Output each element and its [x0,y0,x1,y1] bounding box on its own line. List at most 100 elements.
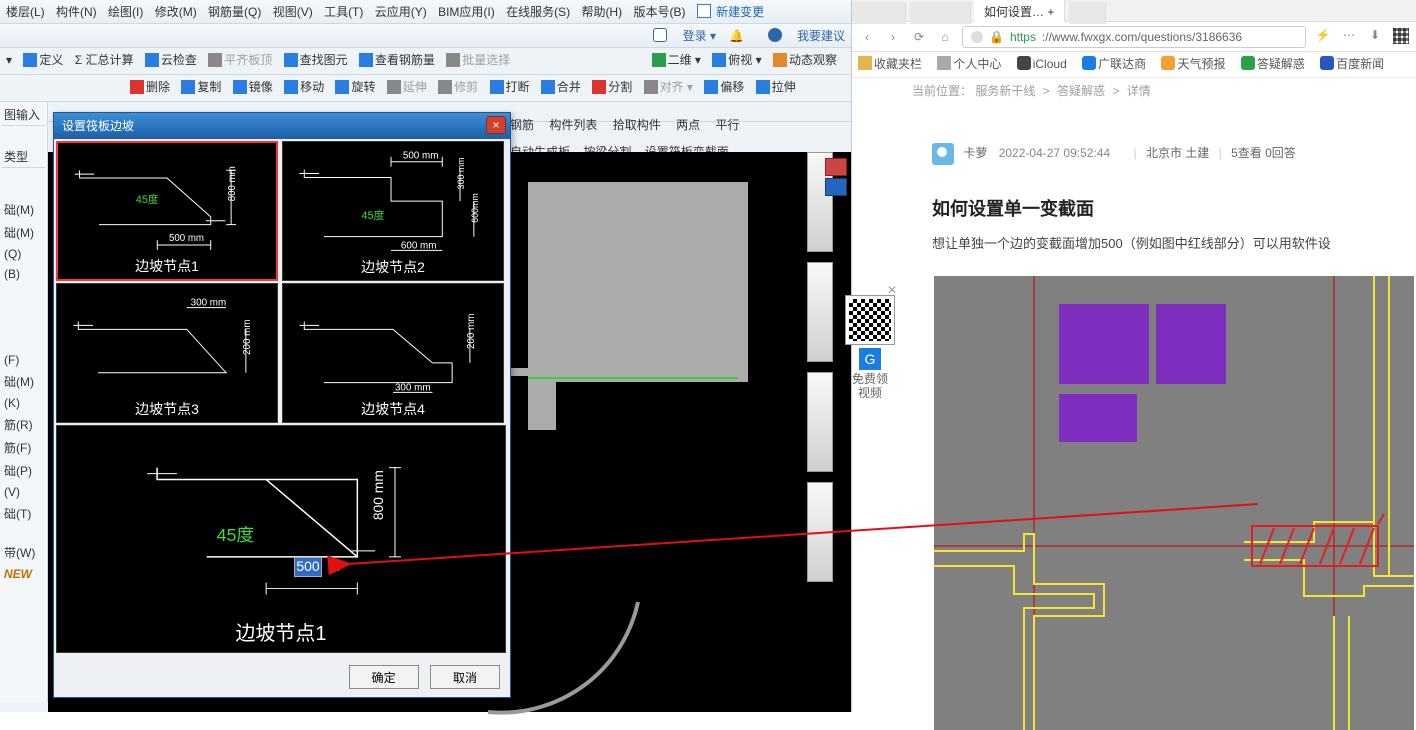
menu-bim[interactable]: BIM应用(I) [438,5,495,19]
post-header: 卡萝 2022-04-27 09:52:44 | 北京市 土建 | 5查看 0回… [852,99,1416,175]
menu-view[interactable]: 视图(V) [273,5,313,19]
comp-list-button[interactable]: 构件列表 [549,118,597,132]
left-item[interactable]: 带(W) [2,541,45,564]
flash-icon[interactable]: ⚡ [1314,28,1332,46]
browser-tab[interactable] [910,2,971,24]
delete-button[interactable]: 删除 [130,78,170,95]
slope-node-4[interactable]: 300 mm 200 mm 边坡节点4 [282,283,504,423]
notification-bell-icon[interactable]: 🔔 [729,29,744,43]
slope-node-3[interactable]: 300 mm 200 mm 边坡节点3 [56,283,278,423]
menu-rebar[interactable]: 钢筋量(Q) [208,5,261,19]
new-change-button[interactable]: 新建变更 [697,5,764,19]
dialog-close-button[interactable]: × [486,116,506,134]
orbit-button[interactable]: 动态观察 [773,51,837,68]
ok-button[interactable]: 确定 [349,665,419,689]
merge-button[interactable]: 合并 [541,78,581,95]
reload-button[interactable]: ⟳ [910,28,928,46]
pick-comp-button[interactable]: 拾取构件 [613,118,661,132]
left-item[interactable]: (K) [2,393,45,413]
menu-modify[interactable]: 修改(M) [155,5,197,19]
apps-grid-icon[interactable] [1392,28,1410,46]
slope-node-1[interactable]: 45度 500 mm 800 mm 边坡节点1 [56,141,278,281]
left-item[interactable]: 础(P) [2,459,45,482]
menu-component[interactable]: 构件(N) [56,5,97,19]
rebar-tab-button[interactable]: 钢筋 [510,118,534,132]
more-icon[interactable]: ⋯ [1340,28,1358,46]
dialog-title-bar[interactable]: 设置筏板边坡 × [54,113,510,139]
menu-cloud[interactable]: 云应用(Y) [375,5,427,19]
suggestion-button[interactable]: 我要建议 [758,29,845,43]
menu-help[interactable]: 帮助(H) [581,5,622,19]
view2d-button[interactable]: 二维 ▾ [652,51,701,68]
menu-draw[interactable]: 绘图(I) [108,5,143,19]
menu-version[interactable]: 版本号(B) [633,5,685,19]
cloud-icon [145,53,159,67]
browser-tab-active[interactable]: 如何设置… + [974,0,1065,22]
offset-icon [704,80,718,94]
dropdown-small[interactable]: ▾ [6,53,12,67]
login-button[interactable]: 登录 ▾ [643,29,719,43]
level-top-button[interactable]: 平齐板顶 [208,51,272,68]
crumb-item[interactable]: 详情 [1127,84,1151,98]
rebar-icon [359,53,373,67]
slope-node-2[interactable]: 45度 500 mm 600 mm 300 mm 600mm 边坡节点2 [282,141,504,281]
find-button[interactable]: 查找图元 [284,51,348,68]
browser-tab[interactable] [1069,2,1107,24]
topview-button[interactable]: 俯视 ▾ [712,51,761,68]
left-item[interactable]: 筋(R) [2,413,45,436]
menu-online[interactable]: 在线服务(S) [506,5,570,19]
rebar-qty-button[interactable]: 查看钢筋量 [359,51,435,68]
left-item[interactable]: (F) [2,350,45,370]
align-button[interactable]: 对齐 ▾ [644,78,693,95]
two-point-button[interactable]: 两点 [676,118,700,132]
bookmark-folder[interactable]: 收藏夹栏 [858,57,922,71]
bookmark-icloud[interactable]: iCloud [1017,57,1067,71]
bookmark-personal[interactable]: 个人中心 [937,57,1001,71]
stretch-button[interactable]: 拉伸 [756,78,796,95]
forward-button[interactable]: › [884,28,902,46]
dim-input-500[interactable]: 500 [294,557,322,577]
bookmark-weather[interactable]: 天气预报 [1161,57,1225,71]
cloud-check-button[interactable]: 云检查 [145,51,197,68]
trim-button[interactable]: 修剪 [438,78,478,95]
split-button[interactable]: 分割 [592,78,632,95]
home-button[interactable]: ⌂ [936,28,954,46]
sum-button[interactable]: Σ 汇总计算 [75,51,134,68]
rotate-button[interactable]: 旋转 [335,78,375,95]
bookmark-answers[interactable]: 答疑解惑 [1241,57,1305,71]
left-item[interactable]: 础(T) [2,502,45,525]
author-name[interactable]: 卡萝 [963,146,987,160]
left-item[interactable]: 筋(F) [2,436,45,459]
crumb-item[interactable]: 答疑解惑 [1057,84,1105,98]
left-item[interactable]: (V) [2,482,45,502]
navigator-pane-toggle[interactable] [825,158,849,202]
left-item-new[interactable]: NEW [2,564,45,584]
qr-close-button[interactable]: × [884,284,900,300]
browser-tab[interactable] [852,2,906,24]
define-button[interactable]: 定义 [23,51,63,68]
left-item[interactable]: (B) [2,264,45,284]
new-change-icon [697,4,711,18]
copy-button[interactable]: 复制 [181,78,221,95]
left-item[interactable]: 础(M) [2,198,45,221]
dim-800-big: 800 mm [370,470,386,520]
back-button[interactable]: ‹ [858,28,876,46]
crumb-item[interactable]: 服务新干线 [975,84,1035,98]
offset-button[interactable]: 偏移 [704,78,744,95]
bookmark-glodon[interactable]: 广联达商 [1082,57,1146,71]
url-box[interactable]: 🔒 https://www.fwxgx.com/questions/318663… [962,26,1306,48]
download-icon[interactable]: ⬇ [1366,28,1384,46]
left-item[interactable]: (Q) [2,244,45,264]
menu-tools[interactable]: 工具(T) [324,5,363,19]
cancel-button[interactable]: 取消 [430,665,500,689]
bookmark-baidu[interactable]: 百度新闻 [1320,57,1384,71]
extend-button[interactable]: 延伸 [387,78,427,95]
menu-floor[interactable]: 楼层(L) [6,5,45,19]
left-item[interactable]: 础(M) [2,370,45,393]
parallel-button[interactable]: 平行 [715,118,739,132]
mirror-button[interactable]: 镜像 [233,78,273,95]
left-item[interactable]: 础(M) [2,221,45,244]
batch-select-button[interactable]: 批量选择 [446,51,510,68]
move-button[interactable]: 移动 [284,78,324,95]
break-button[interactable]: 打断 [490,78,530,95]
